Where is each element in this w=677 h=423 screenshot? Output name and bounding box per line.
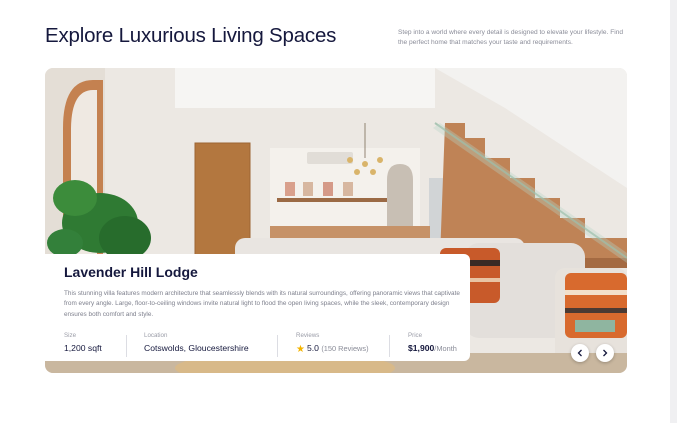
intro-text: Step into a world where every detail is … — [398, 29, 624, 46]
stat-size-value: 1,200 sqft — [64, 343, 102, 353]
listing-description: This stunning villa features modern arch… — [64, 290, 460, 318]
review-count: (150 Reviews) — [321, 344, 369, 353]
stat-location-value: Cotswolds, Gloucestershire — [144, 343, 249, 353]
stat-reviews-value: ★ 5.0 (150 Reviews) — [296, 343, 369, 355]
chevron-left-icon — [577, 349, 582, 357]
stat-size: Size 1,200 sqft — [64, 332, 102, 353]
stat-divider — [126, 335, 127, 357]
scrollbar-track[interactable] — [670, 0, 677, 423]
rating-value: 5.0 — [306, 343, 319, 353]
listing-card: Lavender Hill Lodge This stunning villa … — [45, 254, 470, 361]
chevron-right-icon — [603, 349, 608, 357]
price-amount: $1,900 — [408, 343, 435, 353]
property-hero-image: Lavender Hill Lodge This stunning villa … — [45, 68, 627, 373]
price-period: /Month — [434, 344, 457, 353]
carousel-prev-button[interactable] — [571, 344, 589, 362]
page-title: Explore Luxurious Living Spaces — [45, 24, 337, 47]
stat-location: Location Cotswolds, Gloucestershire — [144, 332, 249, 353]
stat-divider — [277, 335, 278, 357]
stat-location-label: Location — [144, 332, 168, 339]
carousel-next-button[interactable] — [596, 344, 614, 362]
stat-reviews: Reviews ★ 5.0 (150 Reviews) — [296, 332, 369, 355]
listing-title: Lavender Hill Lodge — [64, 264, 198, 280]
stat-reviews-label: Reviews — [296, 332, 320, 339]
star-icon: ★ — [296, 344, 305, 355]
stat-price-label: Price — [408, 332, 423, 339]
stat-divider — [389, 335, 390, 357]
stat-size-label: Size — [64, 332, 77, 339]
stat-price-value: $1,900/Month — [408, 343, 457, 353]
stat-price: Price $1,900/Month — [408, 332, 457, 353]
